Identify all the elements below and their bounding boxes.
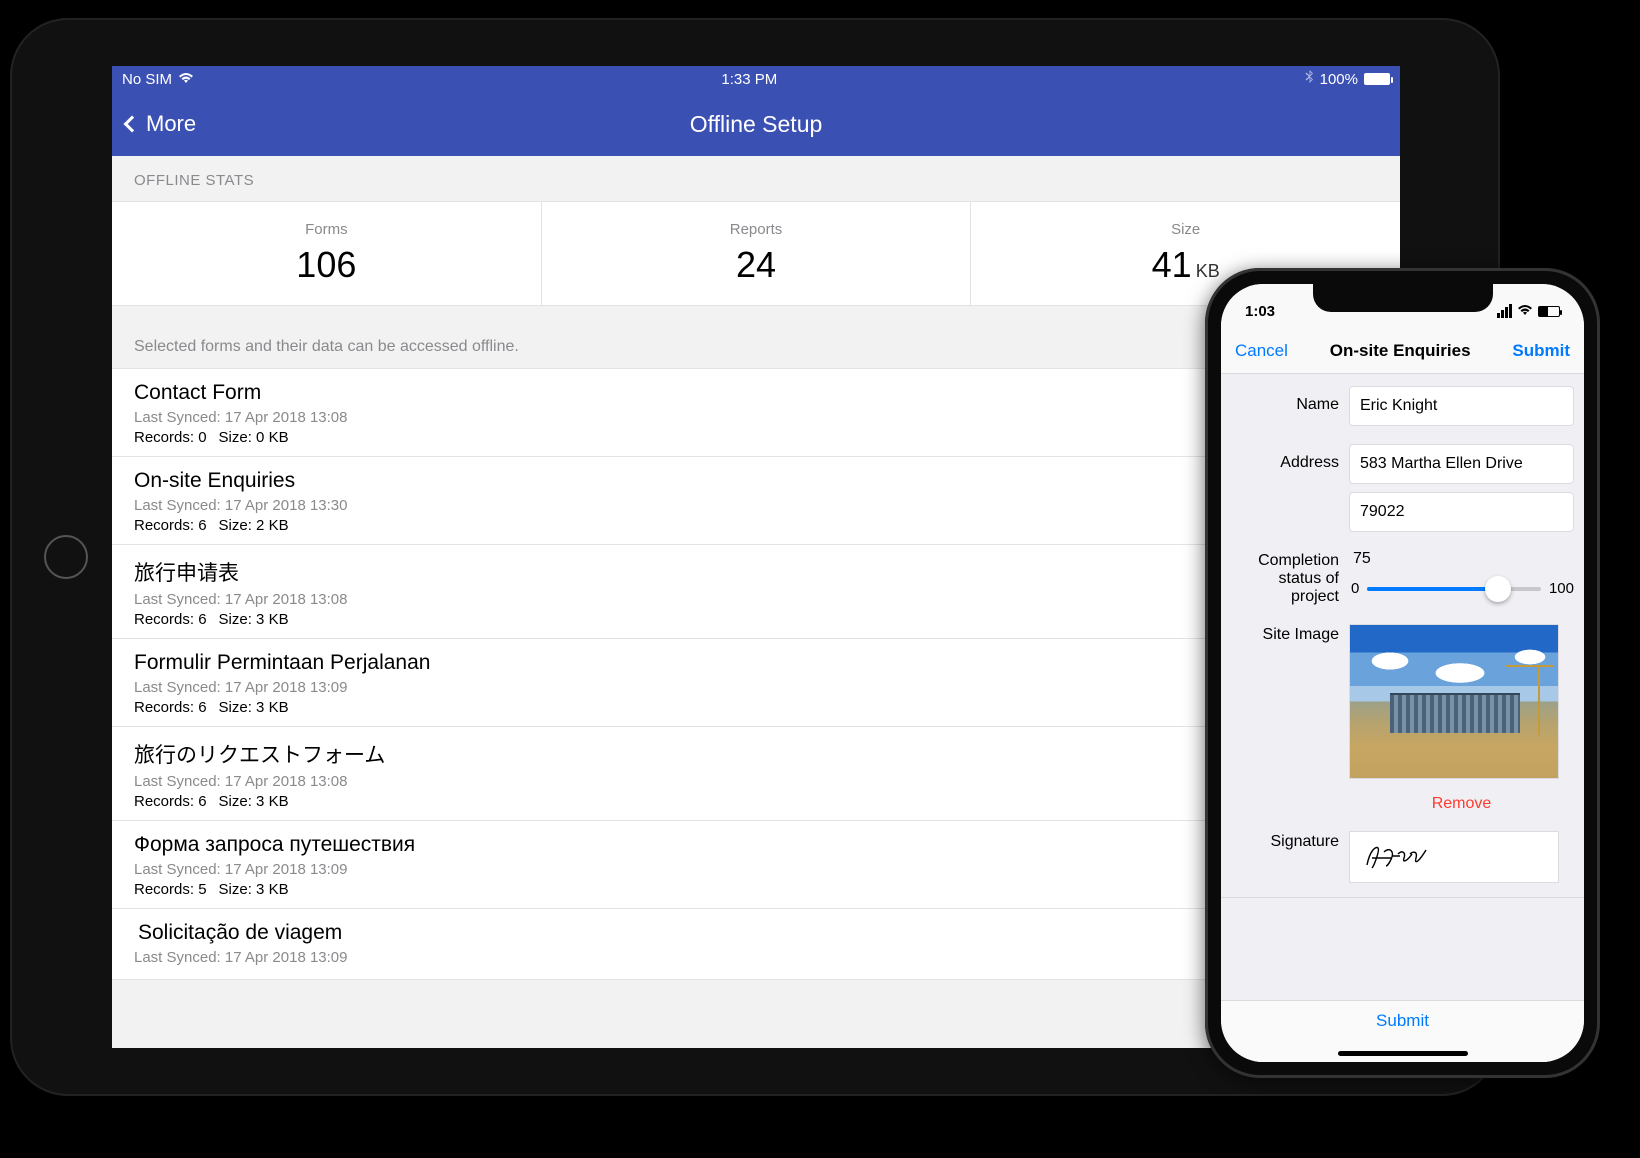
iphone-notch [1313,284,1493,312]
bottom-submit-button[interactable]: Submit [1376,1011,1429,1031]
form-meta: Records: 6Size: 3 KB [134,699,1378,716]
form-title: Formulir Permintaan Perjalanan [134,651,1378,675]
slider-min: 0 [1351,580,1359,597]
clock-text: 1:03 [1245,303,1275,320]
section-header: OFFLINE STATS [112,156,1400,201]
carrier-text: No SIM [122,71,172,88]
form-title: Solicitação de viagem [134,921,1378,945]
stat-value: 41KB [1152,244,1220,286]
ipad-navbar: More Offline Setup [112,92,1400,156]
address-line2-input[interactable]: 79022 [1349,492,1574,532]
field-label: Completion status of project [1231,550,1339,606]
stat-forms: Forms 106 [112,202,542,305]
clock-text: 1:33 PM [721,71,777,88]
form-title: 旅行のリクエストフォーム [134,739,1378,769]
stat-label: Size [1171,221,1200,238]
form-meta: Records: 6Size: 3 KB [134,611,1378,628]
submit-button[interactable]: Submit [1512,341,1570,361]
form-meta: Records: 6Size: 2 KB [134,517,1378,534]
form-sync: Last Synced: 17 Apr 2018 13:30 [134,497,1378,514]
page-title: On-site Enquiries [1330,341,1471,361]
site-image-thumbnail[interactable] [1349,624,1559,779]
home-indicator[interactable] [1338,1051,1468,1056]
wifi-icon [1517,303,1533,319]
page-title: Offline Setup [690,111,823,138]
form-title: Форма запроса путешествия [134,833,1378,857]
address-line1-input[interactable]: 583 Martha Ellen Drive [1349,444,1574,484]
back-button[interactable]: More [126,111,196,137]
bottom-toolbar: Submit [1221,1000,1584,1062]
stat-value: 24 [736,244,776,286]
form-sync: Last Synced: 17 Apr 2018 13:09 [134,679,1378,696]
slider-thumb[interactable] [1485,576,1511,602]
field-site-image: Site Image Remove [1221,618,1584,819]
stat-value: 106 [296,244,356,286]
form-title: Contact Form [134,381,1378,405]
stat-value-number: 41 [1152,244,1192,285]
chevron-left-icon [124,116,141,133]
field-label: Signature [1231,831,1339,883]
form-title: On-site Enquiries [134,469,1378,493]
ipad-home-button[interactable] [44,535,88,579]
form-meta: Records: 5Size: 3 KB [134,881,1378,898]
stat-label: Reports [730,221,783,238]
field-address: Address 583 Martha Ellen Drive 79022 [1221,438,1584,538]
ipad-statusbar: No SIM 1:33 PM 100% [112,66,1400,92]
stats-row: Forms 106 Reports 24 Size 41KB [112,201,1400,306]
field-label: Site Image [1231,624,1339,813]
remove-image-button[interactable]: Remove [1349,795,1574,813]
battery-icon [1364,73,1390,85]
stat-value-unit: KB [1196,261,1220,281]
stat-label: Forms [305,221,348,238]
field-label: Address [1231,444,1339,532]
field-label: Name [1231,386,1339,426]
back-label: More [146,111,196,137]
form-title: 旅行申请表 [134,557,1378,587]
field-completion: Completion status of project 75 0 100 [1221,544,1584,612]
iphone-screen: 1:03 Cancel On-site Enquiries Submit Nam… [1221,284,1584,1062]
battery-icon [1538,306,1560,317]
form-sync: Last Synced: 17 Apr 2018 13:08 [134,591,1378,608]
field-signature: Signature [1221,825,1584,889]
form-sync: Last Synced: 17 Apr 2018 13:09 [134,861,1378,878]
form-meta: Records: 6Size: 3 KB [134,793,1378,810]
iphone-device: 1:03 Cancel On-site Enquiries Submit Nam… [1205,268,1600,1078]
signature-icon [1362,840,1432,874]
form-sync: Last Synced: 17 Apr 2018 13:09 [134,949,1378,966]
stat-reports: Reports 24 [542,202,972,305]
field-name: Name Eric Knight [1221,380,1584,432]
form-body: Name Eric Knight Address 583 Martha Elle… [1221,374,1584,1002]
bluetooth-icon [1305,70,1314,88]
battery-text: 100% [1320,71,1358,88]
form-sync: Last Synced: 17 Apr 2018 13:08 [134,409,1378,426]
slider-fill [1367,587,1497,591]
iphone-navbar: Cancel On-site Enquiries Submit [1221,328,1584,374]
name-input[interactable]: Eric Knight [1349,386,1574,426]
slider-max: 100 [1549,580,1574,597]
form-meta: Records: 0Size: 0 KB [134,429,1378,446]
signal-icon [1497,304,1512,318]
completion-slider[interactable] [1367,587,1541,591]
signature-box[interactable] [1349,831,1559,883]
slider-value: 75 [1351,550,1574,568]
cancel-button[interactable]: Cancel [1235,341,1288,361]
form-sync: Last Synced: 17 Apr 2018 13:08 [134,773,1378,790]
divider [1221,897,1584,898]
wifi-icon [178,71,194,88]
